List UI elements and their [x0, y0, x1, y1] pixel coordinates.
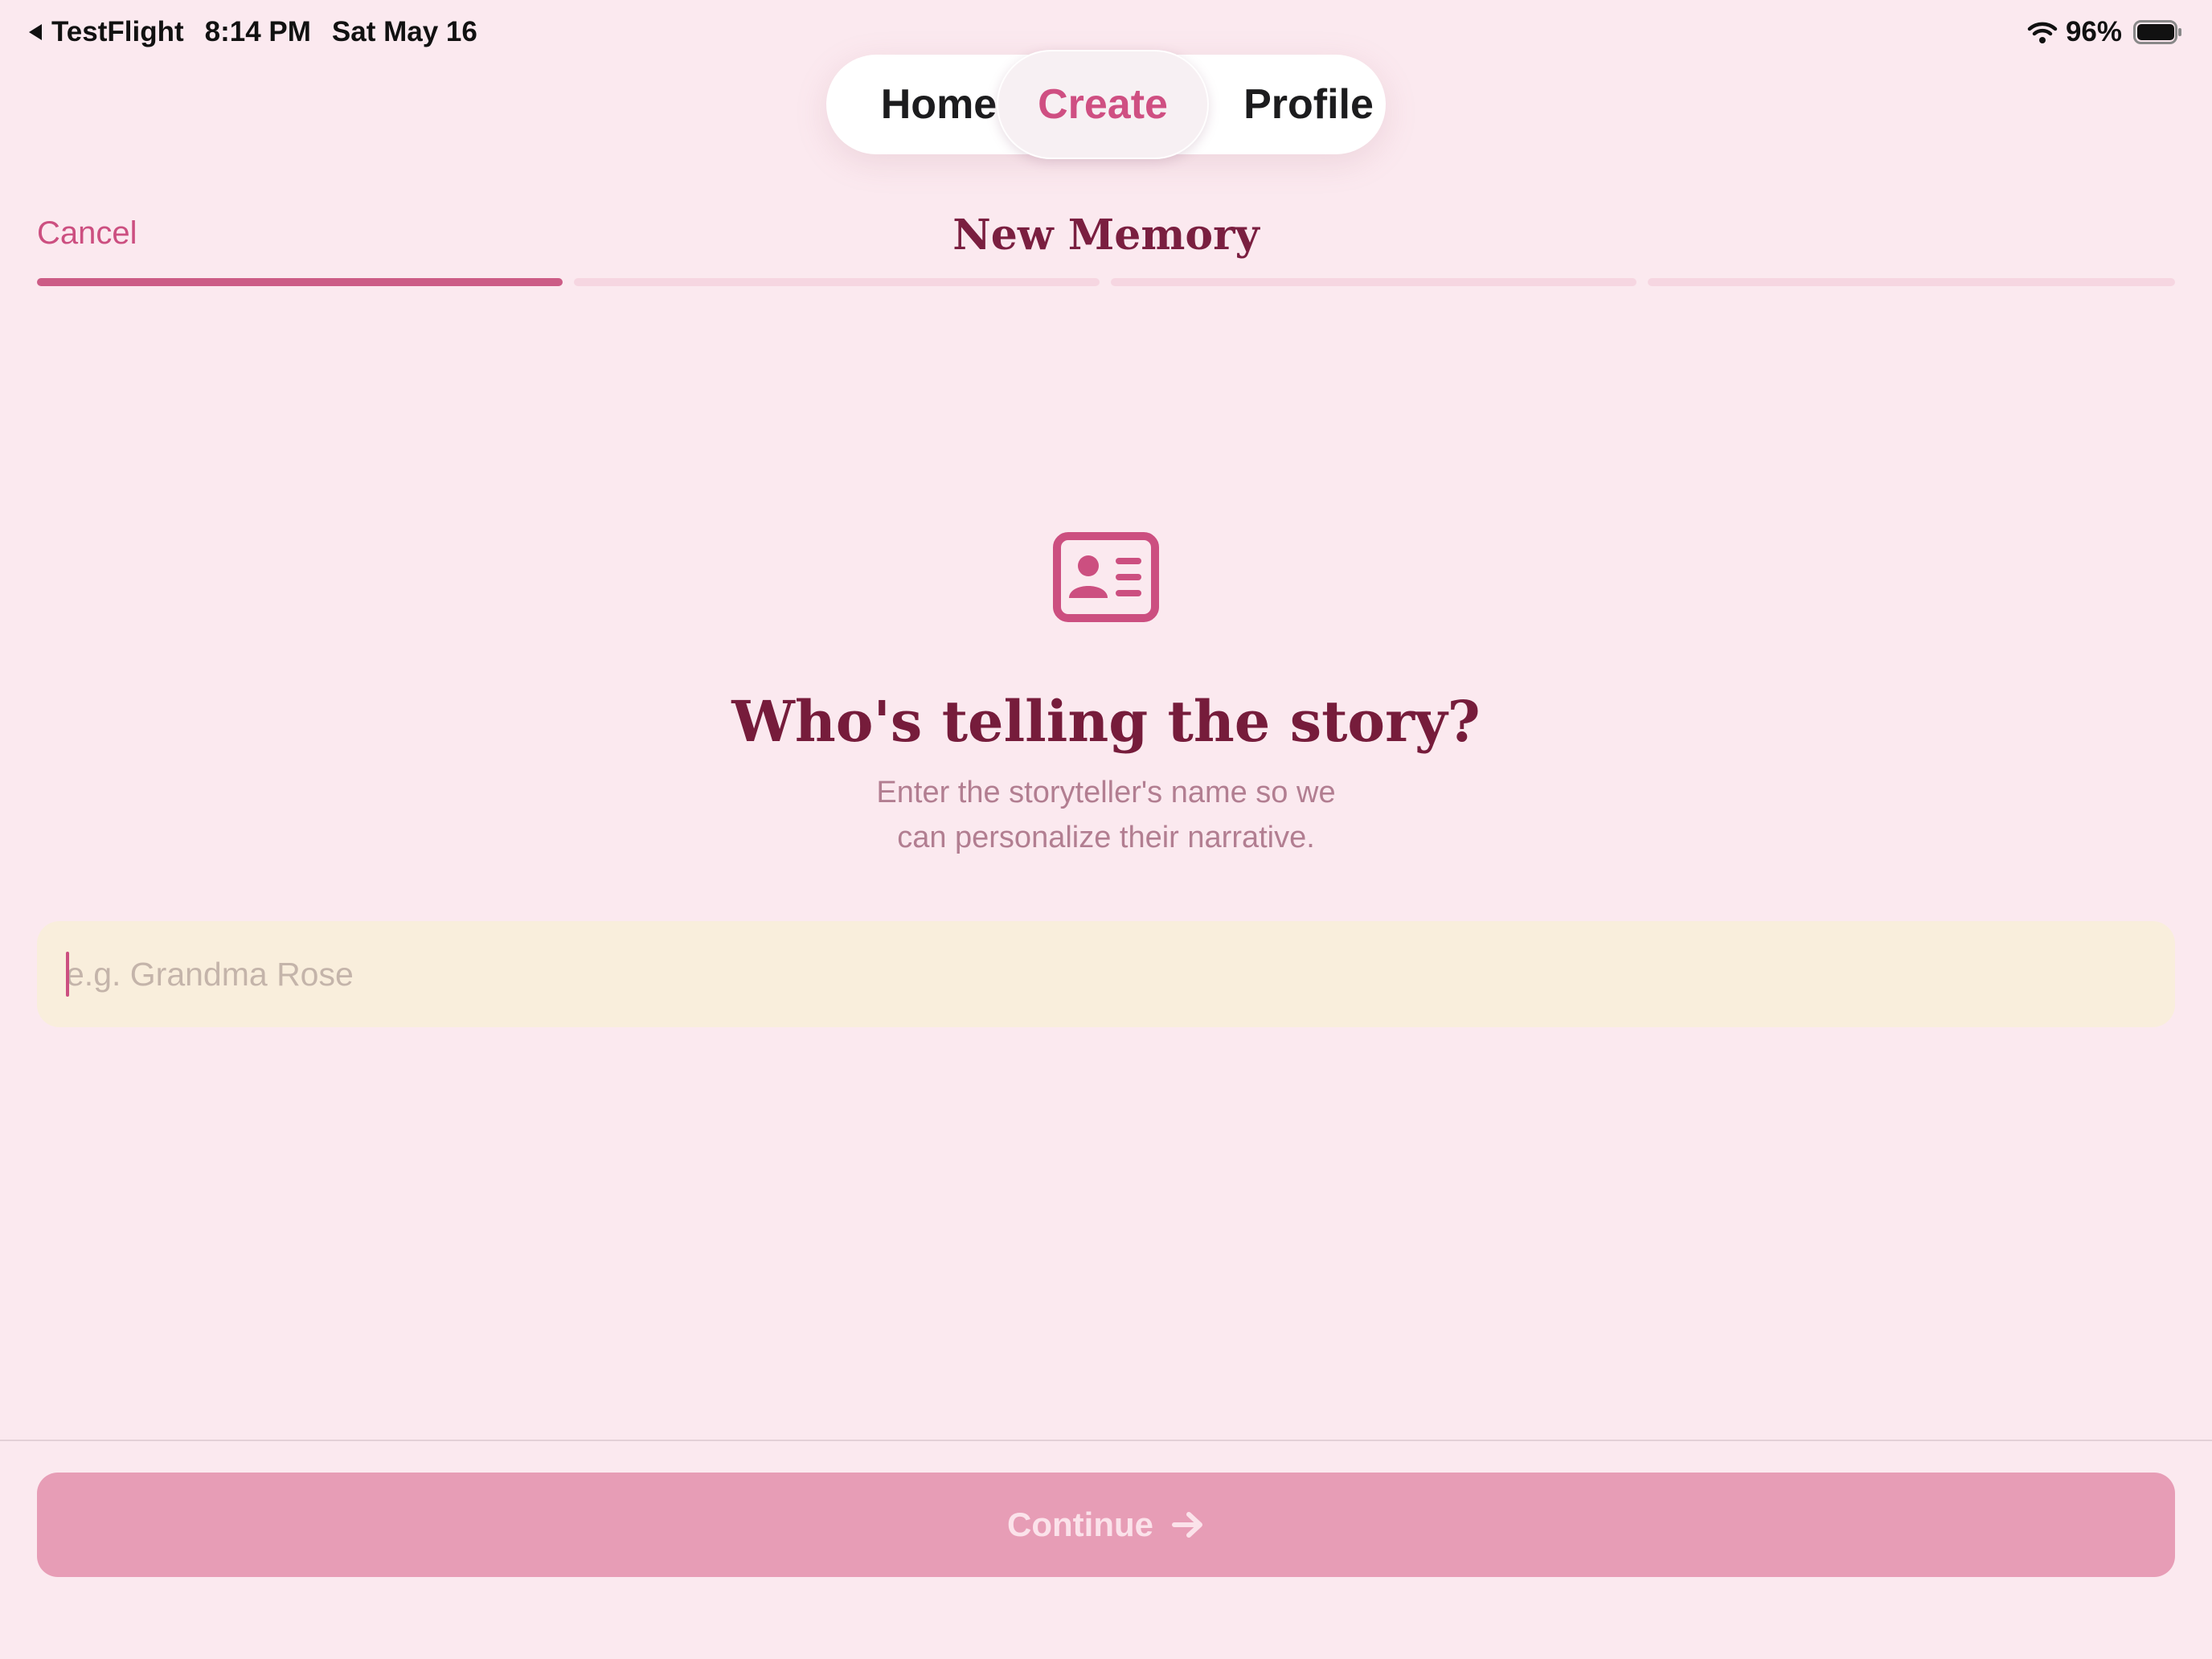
status-bar-right: 96%	[2027, 13, 2183, 51]
step-subtitle: Enter the storyteller's name so we can p…	[0, 770, 2212, 860]
status-time: 8:14 PM	[204, 16, 311, 47]
back-arrow-icon[interactable]	[29, 24, 42, 40]
progress-step-2	[574, 278, 1100, 286]
status-date: Sat May 16	[331, 16, 477, 47]
progress-step-3	[1111, 278, 1636, 286]
tab-create[interactable]: Create	[997, 50, 1209, 159]
page-title: New Memory	[952, 211, 1260, 260]
progress-step-1	[37, 278, 563, 286]
storyteller-name-input[interactable]	[37, 921, 2175, 1027]
continue-button[interactable]: Continue	[37, 1473, 2175, 1577]
tab-switcher: Home Profile Create	[826, 50, 1386, 159]
subtitle-line-2: can personalize their narrative.	[897, 821, 1315, 854]
continue-label: Continue	[1007, 1505, 1153, 1543]
step-question: Who's telling the story?	[731, 688, 1481, 755]
person-id-card-icon	[1053, 532, 1159, 622]
tab-profile[interactable]: Profile	[1204, 55, 1437, 154]
battery-percent: 96%	[2065, 16, 2122, 47]
back-app-label[interactable]: TestFlight	[51, 16, 184, 48]
footer-divider	[0, 1440, 2212, 1441]
progress-step-4	[1648, 278, 2175, 286]
status-bar-left: TestFlight 8:14 PM Sat May 16	[29, 13, 477, 51]
wifi-icon	[2027, 20, 2058, 44]
text-cursor	[66, 952, 69, 997]
battery-icon	[2133, 20, 2183, 44]
subtitle-line-1: Enter the storyteller's name so we	[876, 776, 1336, 809]
arrow-right-icon	[1171, 1510, 1205, 1539]
